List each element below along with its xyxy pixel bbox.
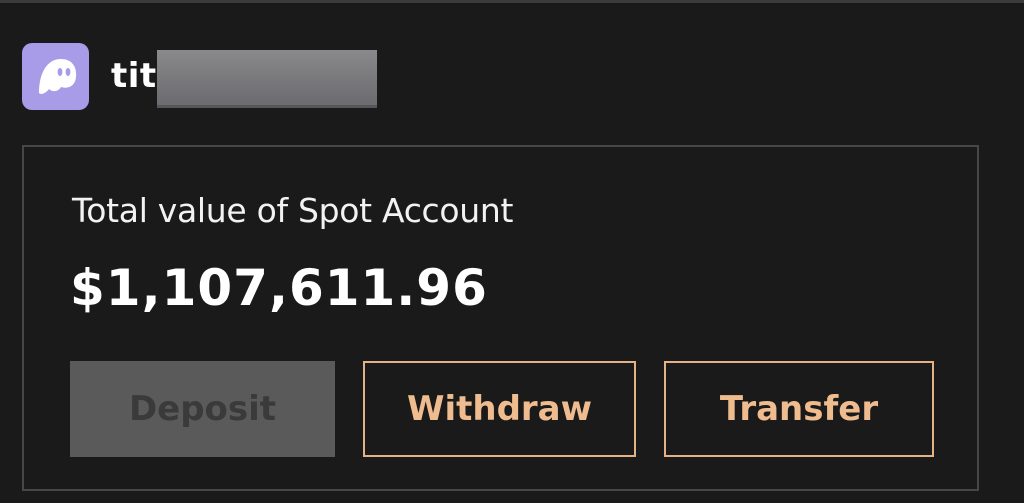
account-panel: tit Total value of Spot Account $1,107,6…: [0, 0, 1024, 503]
redacted-username-block: [157, 50, 377, 108]
withdraw-button[interactable]: Withdraw: [363, 361, 636, 457]
avatar: [22, 42, 89, 110]
ghost-icon: [38, 59, 76, 94]
username-container: tit: [111, 46, 377, 108]
username: tit: [111, 56, 157, 96]
account-header: tit: [22, 41, 377, 111]
transfer-button[interactable]: Transfer: [664, 361, 934, 457]
spot-account-label: Total value of Spot Account: [72, 191, 514, 230]
spot-account-total-value: $1,107,611.96: [70, 259, 488, 317]
deposit-button[interactable]: Deposit: [70, 361, 335, 457]
spot-account-card: Total value of Spot Account $1,107,611.9…: [22, 145, 979, 491]
